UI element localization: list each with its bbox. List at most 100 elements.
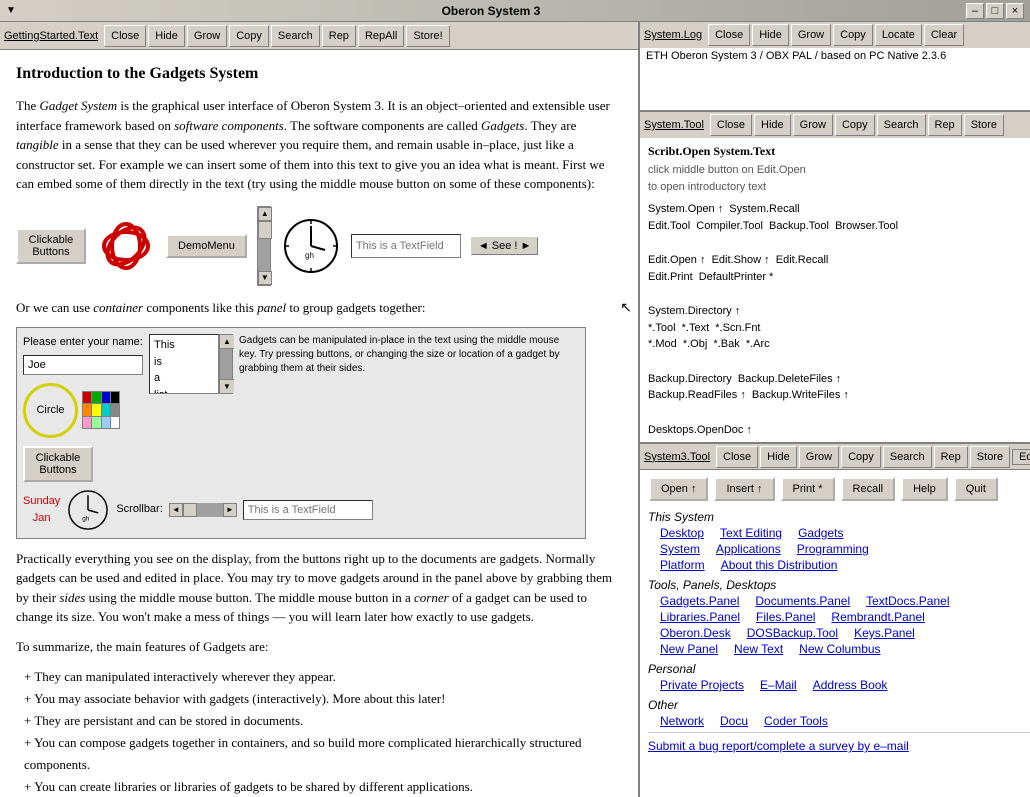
link-documents-panel[interactable]: Documents.Panel — [755, 594, 850, 608]
grow-button[interactable]: Grow — [187, 25, 227, 47]
link-address-book[interactable]: Address Book — [813, 678, 888, 692]
s3-store[interactable]: Store — [970, 446, 1010, 468]
list-box[interactable]: This is a list — [149, 334, 219, 394]
name-input[interactable] — [23, 355, 143, 375]
s3-search[interactable]: Search — [883, 446, 932, 468]
link-new-panel[interactable]: New Panel — [660, 642, 718, 656]
syslog-locate[interactable]: Locate — [875, 24, 922, 46]
link-text-editing[interactable]: Text Editing — [720, 526, 782, 540]
link-libraries-panel[interactable]: Libraries.Panel — [660, 610, 740, 624]
link-rembrandt-panel[interactable]: Rembrandt.Panel — [831, 610, 924, 624]
link-desktop[interactable]: Desktop — [660, 526, 704, 540]
link-docu[interactable]: Docu — [720, 714, 748, 728]
see-button[interactable]: ◄ See ! ► — [471, 237, 539, 255]
s3-hide[interactable]: Hide — [760, 446, 797, 468]
help-button[interactable]: Help — [901, 477, 948, 501]
list-item[interactable]: list — [154, 387, 214, 395]
scroll-left-arrow[interactable]: ◄ — [169, 503, 183, 517]
syslog-grow[interactable]: Grow — [791, 24, 831, 46]
script-open-bold[interactable]: Scribt.Open System.Text — [648, 144, 775, 158]
maximize-button[interactable]: □ — [986, 3, 1004, 19]
link-email[interactable]: E–Mail — [760, 678, 797, 692]
s3-close[interactable]: Close — [716, 446, 758, 468]
other-title: Other — [648, 698, 1030, 712]
scroll-thumb-h[interactable] — [183, 503, 197, 517]
s3-rep[interactable]: Rep — [934, 446, 968, 468]
link-textdocs-panel[interactable]: TextDocs.Panel — [866, 594, 949, 608]
systool-close[interactable]: Close — [710, 114, 752, 136]
clickable-buttons-1[interactable]: ClickableButtons — [16, 228, 86, 264]
list-scroll-up[interactable]: ▲ — [220, 335, 234, 349]
systool-rep[interactable]: Rep — [928, 114, 962, 136]
link-programming[interactable]: Programming — [797, 542, 869, 556]
link-gadgets[interactable]: Gadgets — [798, 526, 843, 540]
scrollbar-vertical-1[interactable]: ▲ ▼ — [257, 206, 271, 286]
close-button[interactable]: Close — [104, 25, 146, 47]
syslog-label[interactable]: System.Log — [644, 29, 702, 41]
syslog-hide[interactable]: Hide — [752, 24, 789, 46]
other-row-1: Network Docu Coder Tools — [660, 714, 1030, 728]
systool-grow[interactable]: Grow — [793, 114, 833, 136]
minimize-button[interactable]: – — [966, 3, 984, 19]
scrollbar-horizontal[interactable]: ◄ ► — [169, 503, 237, 517]
systool-store[interactable]: Store — [964, 114, 1004, 136]
text-field-1[interactable] — [351, 234, 461, 258]
list-item[interactable]: a — [154, 370, 214, 387]
survey-link[interactable]: Submit a bug report/complete a survey by… — [648, 739, 909, 753]
link-private-projects[interactable]: Private Projects — [660, 678, 744, 692]
search-button[interactable]: Search — [271, 25, 320, 47]
clickable-buttons-2[interactable]: ClickableButtons — [23, 446, 93, 482]
link-new-text[interactable]: New Text — [734, 642, 783, 656]
link-about-dist[interactable]: About this Distribution — [721, 558, 838, 572]
systool-hide[interactable]: Hide — [754, 114, 791, 136]
link-platform[interactable]: Platform — [660, 558, 705, 572]
sunday-label: Sunday — [23, 493, 60, 510]
link-system[interactable]: System — [660, 542, 700, 556]
link-applications[interactable]: Applications — [716, 542, 781, 556]
scroll-thumb[interactable] — [258, 221, 272, 239]
syslog-close[interactable]: Close — [708, 24, 750, 46]
file-label[interactable]: GettingStarted.Text — [4, 30, 98, 42]
list-item[interactable]: is — [154, 354, 214, 371]
s3-grow[interactable]: Grow — [799, 446, 839, 468]
store-button[interactable]: Store! — [406, 25, 449, 47]
scroll-down-arrow[interactable]: ▼ — [258, 271, 272, 285]
scroll-up-arrow[interactable]: ▲ — [258, 207, 272, 221]
window-menu-icon[interactable]: ▼ — [6, 5, 16, 16]
link-new-columbus[interactable]: New Columbus — [799, 642, 880, 656]
systool-copy[interactable]: Copy — [835, 114, 875, 136]
repall-button[interactable]: RepAll — [358, 25, 404, 47]
print-button[interactable]: Print * — [781, 477, 835, 501]
list-scrollbar[interactable]: ▲ ▼ — [219, 334, 233, 394]
link-keys-panel[interactable]: Keys.Panel — [854, 626, 915, 640]
systool-label[interactable]: System.Tool — [644, 119, 704, 131]
link-oberon-desk[interactable]: Oberon.Desk — [660, 626, 731, 640]
rep-button[interactable]: Rep — [322, 25, 356, 47]
hide-button[interactable]: Hide — [148, 25, 185, 47]
scroll-right-arrow[interactable]: ► — [223, 503, 237, 517]
close-window-button[interactable]: × — [1006, 3, 1024, 19]
syslog-clear[interactable]: Clear — [924, 24, 964, 46]
copy-button[interactable]: Copy — [229, 25, 269, 47]
link-gadgets-panel[interactable]: Gadgets.Panel — [660, 594, 739, 608]
link-coder-tools[interactable]: Coder Tools — [764, 714, 828, 728]
recall-button[interactable]: Recall — [841, 477, 896, 501]
systool-search[interactable]: Search — [877, 114, 926, 136]
s3-label[interactable]: System3.Tool — [644, 451, 710, 463]
this-system-row-3: Platform About this Distribution — [660, 558, 1030, 572]
circle-button[interactable]: Circle — [23, 383, 78, 438]
s3-copy[interactable]: Copy — [841, 446, 881, 468]
s3-big-btn-row: Open ↑ Insert ↑ Print * Recall Help Quit — [648, 476, 1030, 502]
link-dosbackup[interactable]: DOSBackup.Tool — [747, 626, 838, 640]
list-scroll-down[interactable]: ▼ — [220, 379, 234, 393]
quit-button[interactable]: Quit — [954, 477, 998, 501]
open-button[interactable]: Open ↑ — [649, 477, 708, 501]
link-files-panel[interactable]: Files.Panel — [756, 610, 815, 624]
syslog-copy[interactable]: Copy — [833, 24, 873, 46]
text-field-2[interactable] — [243, 500, 373, 520]
list-item[interactable]: This — [154, 337, 214, 354]
script-open-line: Scribt.Open System.Text — [648, 142, 1030, 160]
demo-menu-button[interactable]: DemoMenu — [166, 234, 247, 258]
link-network[interactable]: Network — [660, 714, 704, 728]
insert-button[interactable]: Insert ↑ — [714, 477, 774, 501]
